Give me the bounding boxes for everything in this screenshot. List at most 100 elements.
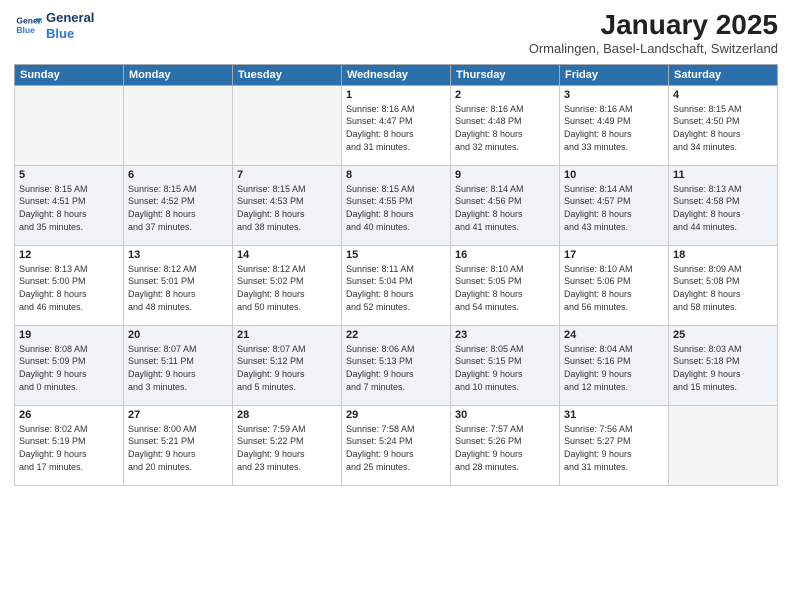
day-info: Sunrise: 8:16 AM Sunset: 4:49 PM Dayligh…: [564, 103, 664, 153]
calendar-cell: 31 Sunrise: 7:56 AM Sunset: 5:27 PM Dayli…: [560, 405, 669, 485]
day-number: 12: [19, 249, 119, 261]
calendar-cell: 11 Sunrise: 8:13 AM Sunset: 4:58 PM Dayli…: [669, 165, 778, 245]
calendar-cell: 12 Sunrise: 8:13 AM Sunset: 5:00 PM Dayli…: [15, 245, 124, 325]
calendar-cell: 5Sunrise: 8:15 AM Sunset: 4:51 PM Daylig…: [15, 165, 124, 245]
calendar-cell: 28 Sunrise: 7:59 AM Sunset: 5:22 PM Dayli…: [233, 405, 342, 485]
calendar-cell: 14Sunrise: 8:12 AM Sunset: 5:02 PM Dayli…: [233, 245, 342, 325]
day-number: 2: [455, 89, 555, 101]
day-info: Sunrise: 8:05 AM Sunset: 5:15 PM Dayligh…: [455, 343, 555, 393]
day-info: Sunrise: 8:11 AM Sunset: 5:04 PM Dayligh…: [346, 263, 446, 313]
day-info: Sunrise: 8:06 AM Sunset: 5:13 PM Dayligh…: [346, 343, 446, 393]
day-info: Sunrise: 8:04 AM Sunset: 5:16 PM Dayligh…: [564, 343, 664, 393]
day-number: 7: [237, 169, 337, 181]
col-header-saturday: Saturday: [669, 64, 778, 85]
day-number: 6: [128, 169, 228, 181]
day-number: 3: [564, 89, 664, 101]
calendar-cell: 2 Sunrise: 8:16 AM Sunset: 4:48 PM Daylig…: [451, 85, 560, 165]
calendar-cell: 8Sunrise: 8:15 AM Sunset: 4:55 PM Daylig…: [342, 165, 451, 245]
calendar-cell: 9 Sunrise: 8:14 AM Sunset: 4:56 PM Daylig…: [451, 165, 560, 245]
day-info: Sunrise: 8:00 AM Sunset: 5:21 PM Dayligh…: [128, 423, 228, 473]
day-number: 17: [564, 249, 664, 261]
day-info: Sunrise: 8:10 AM Sunset: 5:06 PM Dayligh…: [564, 263, 664, 313]
svg-text:Blue: Blue: [16, 25, 35, 35]
calendar-cell: 15 Sunrise: 8:11 AM Sunset: 5:04 PM Dayli…: [342, 245, 451, 325]
day-number: 18: [673, 249, 773, 261]
day-number: 27: [128, 409, 228, 421]
day-number: 19: [19, 329, 119, 341]
logo-text-blue: Blue: [46, 26, 94, 42]
day-number: 4: [673, 89, 773, 101]
day-number: 25: [673, 329, 773, 341]
calendar-cell: 26 Sunrise: 8:02 AM Sunset: 5:19 PM Dayli…: [15, 405, 124, 485]
col-header-wednesday: Wednesday: [342, 64, 451, 85]
title-area: January 2025 Ormalingen, Basel-Landschaf…: [529, 10, 778, 56]
calendar-cell: [233, 85, 342, 165]
calendar-week-4: 19Sunrise: 8:08 AM Sunset: 5:09 PM Dayli…: [15, 325, 778, 405]
calendar-cell: 18 Sunrise: 8:09 AM Sunset: 5:08 PM Dayli…: [669, 245, 778, 325]
day-number: 31: [564, 409, 664, 421]
day-info: Sunrise: 8:12 AM Sunset: 5:01 PM Dayligh…: [128, 263, 228, 313]
page: General Blue General Blue January 2025 O…: [0, 0, 792, 612]
day-number: 15: [346, 249, 446, 261]
day-info: Sunrise: 8:09 AM Sunset: 5:08 PM Dayligh…: [673, 263, 773, 313]
day-info: Sunrise: 8:10 AM Sunset: 5:05 PM Dayligh…: [455, 263, 555, 313]
calendar-cell: 29Sunrise: 7:58 AM Sunset: 5:24 PM Dayli…: [342, 405, 451, 485]
calendar-cell: 27 Sunrise: 8:00 AM Sunset: 5:21 PM Dayli…: [124, 405, 233, 485]
day-info: Sunrise: 7:56 AM Sunset: 5:27 PM Dayligh…: [564, 423, 664, 473]
day-number: 10: [564, 169, 664, 181]
day-info: Sunrise: 8:15 AM Sunset: 4:53 PM Dayligh…: [237, 183, 337, 233]
logo: General Blue General Blue: [14, 10, 94, 41]
calendar-week-5: 26 Sunrise: 8:02 AM Sunset: 5:19 PM Dayli…: [15, 405, 778, 485]
calendar-cell: 1 Sunrise: 8:16 AM Sunset: 4:47 PM Daylig…: [342, 85, 451, 165]
calendar-cell: 24 Sunrise: 8:04 AM Sunset: 5:16 PM Dayli…: [560, 325, 669, 405]
day-info: Sunrise: 8:15 AM Sunset: 4:51 PM Dayligh…: [19, 183, 119, 233]
day-info: Sunrise: 7:57 AM Sunset: 5:26 PM Dayligh…: [455, 423, 555, 473]
col-header-monday: Monday: [124, 64, 233, 85]
day-info: Sunrise: 8:14 AM Sunset: 4:56 PM Dayligh…: [455, 183, 555, 233]
calendar-cell: 17 Sunrise: 8:10 AM Sunset: 5:06 PM Dayli…: [560, 245, 669, 325]
day-info: Sunrise: 8:15 AM Sunset: 4:50 PM Dayligh…: [673, 103, 773, 153]
day-number: 13: [128, 249, 228, 261]
day-number: 14: [237, 249, 337, 261]
col-header-thursday: Thursday: [451, 64, 560, 85]
calendar-cell: 6 Sunrise: 8:15 AM Sunset: 4:52 PM Daylig…: [124, 165, 233, 245]
calendar-cell: [669, 405, 778, 485]
day-number: 1: [346, 89, 446, 101]
day-info: Sunrise: 7:59 AM Sunset: 5:22 PM Dayligh…: [237, 423, 337, 473]
logo-text-general: General: [46, 10, 94, 26]
calendar-week-1: 1 Sunrise: 8:16 AM Sunset: 4:47 PM Daylig…: [15, 85, 778, 165]
day-info: Sunrise: 8:16 AM Sunset: 4:47 PM Dayligh…: [346, 103, 446, 153]
calendar-cell: 19Sunrise: 8:08 AM Sunset: 5:09 PM Dayli…: [15, 325, 124, 405]
calendar-cell: [15, 85, 124, 165]
day-number: 24: [564, 329, 664, 341]
day-number: 11: [673, 169, 773, 181]
subtitle: Ormalingen, Basel-Landschaft, Switzerlan…: [529, 41, 778, 56]
day-info: Sunrise: 8:03 AM Sunset: 5:18 PM Dayligh…: [673, 343, 773, 393]
calendar-week-3: 12 Sunrise: 8:13 AM Sunset: 5:00 PM Dayli…: [15, 245, 778, 325]
calendar-cell: 10Sunrise: 8:14 AM Sunset: 4:57 PM Dayli…: [560, 165, 669, 245]
calendar-cell: 3 Sunrise: 8:16 AM Sunset: 4:49 PM Daylig…: [560, 85, 669, 165]
day-number: 21: [237, 329, 337, 341]
day-info: Sunrise: 8:16 AM Sunset: 4:48 PM Dayligh…: [455, 103, 555, 153]
day-info: Sunrise: 8:02 AM Sunset: 5:19 PM Dayligh…: [19, 423, 119, 473]
calendar-cell: 13 Sunrise: 8:12 AM Sunset: 5:01 PM Dayli…: [124, 245, 233, 325]
calendar-cell: 25 Sunrise: 8:03 AM Sunset: 5:18 PM Dayli…: [669, 325, 778, 405]
logo-icon: General Blue: [14, 12, 42, 40]
calendar-header-row: SundayMondayTuesdayWednesdayThursdayFrid…: [15, 64, 778, 85]
header: General Blue General Blue January 2025 O…: [14, 10, 778, 56]
day-info: Sunrise: 8:07 AM Sunset: 5:12 PM Dayligh…: [237, 343, 337, 393]
day-info: Sunrise: 8:15 AM Sunset: 4:55 PM Dayligh…: [346, 183, 446, 233]
col-header-tuesday: Tuesday: [233, 64, 342, 85]
day-info: Sunrise: 8:13 AM Sunset: 4:58 PM Dayligh…: [673, 183, 773, 233]
day-number: 26: [19, 409, 119, 421]
day-number: 23: [455, 329, 555, 341]
day-info: Sunrise: 8:15 AM Sunset: 4:52 PM Dayligh…: [128, 183, 228, 233]
day-number: 9: [455, 169, 555, 181]
calendar-cell: 21 Sunrise: 8:07 AM Sunset: 5:12 PM Dayli…: [233, 325, 342, 405]
day-info: Sunrise: 8:13 AM Sunset: 5:00 PM Dayligh…: [19, 263, 119, 313]
calendar-cell: 4 Sunrise: 8:15 AM Sunset: 4:50 PM Daylig…: [669, 85, 778, 165]
calendar-table: SundayMondayTuesdayWednesdayThursdayFrid…: [14, 64, 778, 486]
day-number: 20: [128, 329, 228, 341]
day-number: 22: [346, 329, 446, 341]
day-number: 28: [237, 409, 337, 421]
